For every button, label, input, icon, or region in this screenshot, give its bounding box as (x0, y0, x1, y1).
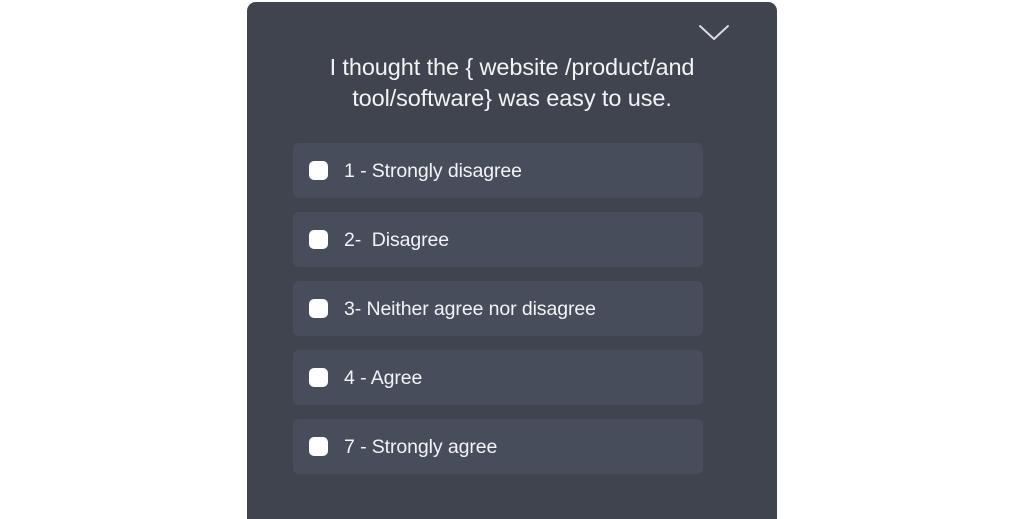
question-prompt: I thought the { website /product/and too… (329, 54, 695, 111)
option-row[interactable]: 1 - Strongly disagree (293, 143, 703, 198)
option-checkbox[interactable] (309, 161, 328, 180)
option-checkbox[interactable] (309, 437, 328, 456)
survey-question-card: I thought the { website /product/and too… (247, 2, 777, 519)
option-label: 4 - Agree (344, 366, 423, 389)
option-label: 1 - Strongly disagree (344, 159, 522, 182)
collapse-chevron-button[interactable] (696, 20, 732, 46)
option-label: 2- Disagree (344, 228, 450, 251)
option-row[interactable]: 7 - Strongly agree (293, 419, 703, 474)
option-row[interactable]: 2- Disagree (293, 212, 703, 267)
option-label: 7 - Strongly agree (344, 435, 498, 458)
option-label: 3- Neither agree nor disagree (344, 297, 596, 320)
option-row[interactable]: 3- Neither agree nor disagree (293, 281, 703, 336)
options-list: 1 - Strongly disagree 2- Disagree 3- Nei… (293, 143, 703, 474)
option-checkbox[interactable] (309, 230, 328, 249)
option-row[interactable]: 4 - Agree (293, 350, 703, 405)
chevron-down-icon (698, 23, 730, 43)
option-checkbox[interactable] (309, 299, 328, 318)
option-checkbox[interactable] (309, 368, 328, 387)
screen: I thought the { website /product/and too… (0, 0, 1024, 519)
